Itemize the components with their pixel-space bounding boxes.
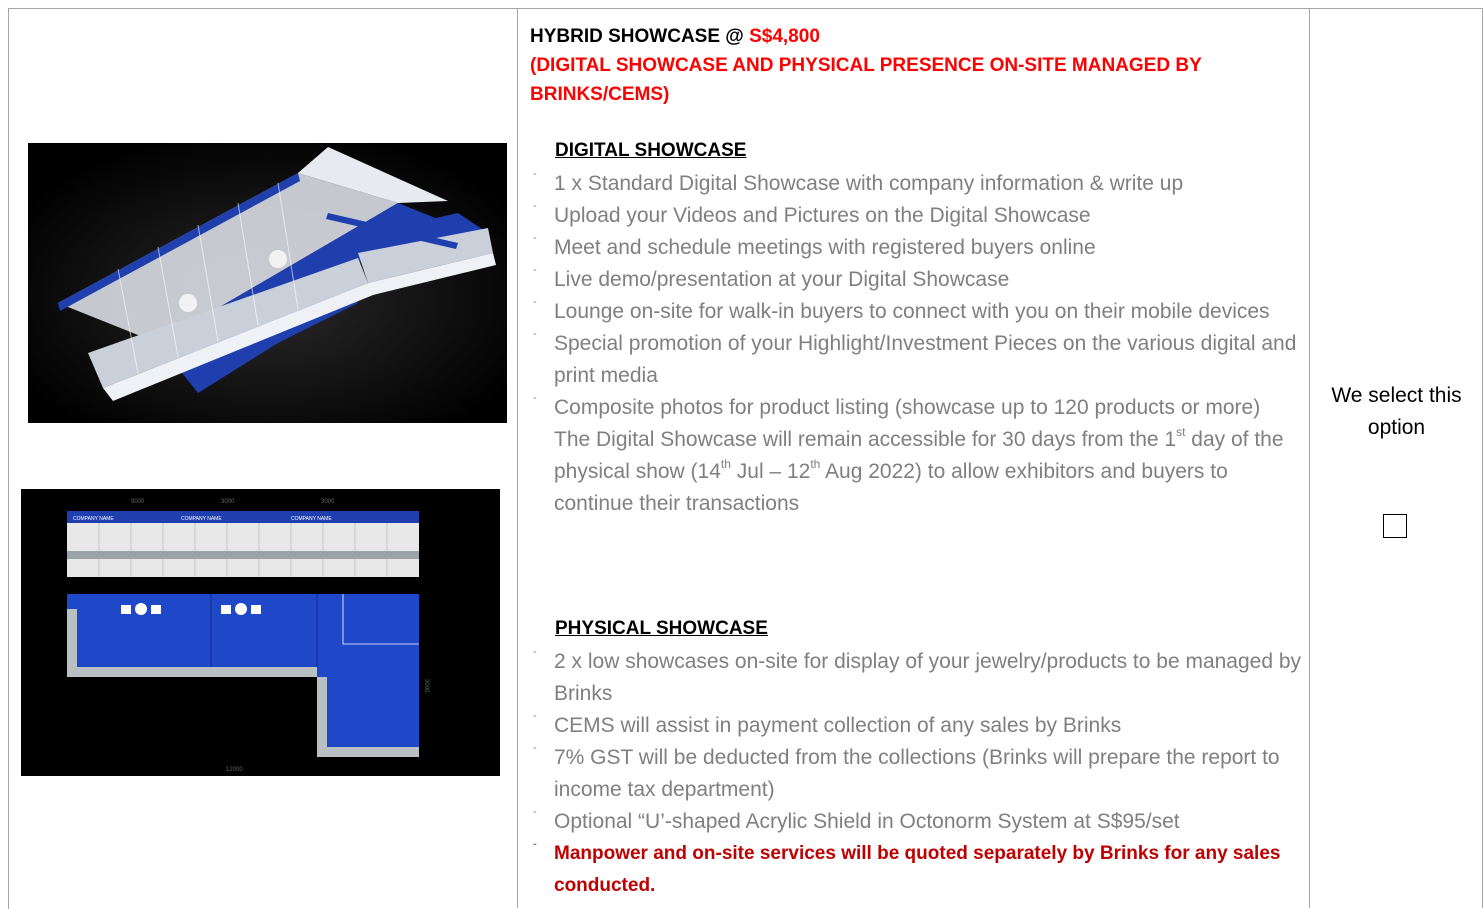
package-heading: HYBRID SHOWCASE @ S$4,800 (DIGITAL SHOWC… — [530, 22, 1300, 109]
list-item: - Composite photos for product listing (s… — [533, 392, 1261, 419]
column-divider — [1309, 8, 1310, 908]
dash-bullet-icon: - — [533, 168, 537, 180]
plan-side-dim: 3000 — [423, 679, 429, 693]
plan-top-dim: 3000 — [321, 499, 335, 505]
plan-bottom-dim: 12000 — [226, 767, 243, 773]
list-item: - CEMS will assist in payment collection … — [533, 710, 1122, 737]
select-option-label: We select this option — [1331, 384, 1462, 439]
dash-bullet-icon: - — [533, 392, 537, 404]
digital-showcase-list: -1 x Standard Digital Showcase with comp… — [533, 168, 1309, 520]
list-item-emphasis: - Manpower and on-site services will be q… — [533, 838, 1281, 896]
list-item: - Live demo/presentation at your Digital … — [533, 264, 1010, 291]
plan-banner: COMPANY NAME — [291, 516, 332, 522]
dash-bullet-icon: - — [533, 328, 537, 340]
package-price: S$4,800 — [749, 26, 820, 47]
package-title: HYBRID SHOWCASE @ — [530, 26, 750, 47]
list-item: - Meet and schedule meetings with registe… — [533, 232, 1096, 259]
dash-bullet-icon: - — [533, 806, 537, 818]
plan-top-dim: 3000 — [221, 499, 235, 505]
dash-bullet-icon: - — [533, 710, 537, 722]
dash-bullet-icon: - — [533, 838, 537, 850]
dash-bullet-icon: - — [533, 742, 537, 754]
list-item: - Lounge on-site for walk-in buyers to co… — [533, 296, 1270, 323]
list-item: -2 x low showcases on-site for display o… — [533, 646, 1302, 705]
physical-showcase-title: PHYSICAL SHOWCASE — [555, 618, 768, 639]
column-divider — [517, 8, 518, 908]
dash-bullet-icon: - — [533, 646, 537, 658]
booth-3d-render-image — [28, 143, 507, 423]
list-item: - Upload your Videos and Pictures on the … — [533, 200, 1091, 227]
list-item: -1 x Standard Digital Showcase with comp… — [533, 168, 1184, 195]
physical-showcase-list: -2 x low showcases on-site for display o… — [533, 646, 1309, 902]
plan-banner: COMPANY NAME — [73, 516, 114, 522]
plan-top-dim: 3000 — [131, 499, 145, 505]
booth-floor-plan-image: 3000 3000 3000 COMPANY NAME COMPANY NAME… — [21, 489, 500, 776]
package-subtitle: (DIGITAL SHOWCASE AND PHYSICAL PRESENCE … — [530, 55, 1202, 105]
plan-banner: COMPANY NAME — [181, 516, 222, 522]
access-note: The Digital Showcase will remain accessi… — [554, 425, 1284, 515]
list-item: -7% GST will be deducted from the collec… — [533, 742, 1280, 801]
dash-bullet-icon: - — [533, 296, 537, 308]
list-item: - Optional “U’-shaped Acrylic Shield in O… — [533, 806, 1180, 833]
dash-bullet-icon: - — [533, 264, 537, 276]
dash-bullet-icon: - — [533, 200, 537, 212]
select-option-checkbox[interactable] — [1383, 514, 1407, 538]
dash-bullet-icon: - — [533, 232, 537, 244]
list-item: - Special promotion of your Highlight/Inv… — [533, 328, 1297, 387]
digital-showcase-title: DIGITAL SHOWCASE — [555, 140, 747, 161]
